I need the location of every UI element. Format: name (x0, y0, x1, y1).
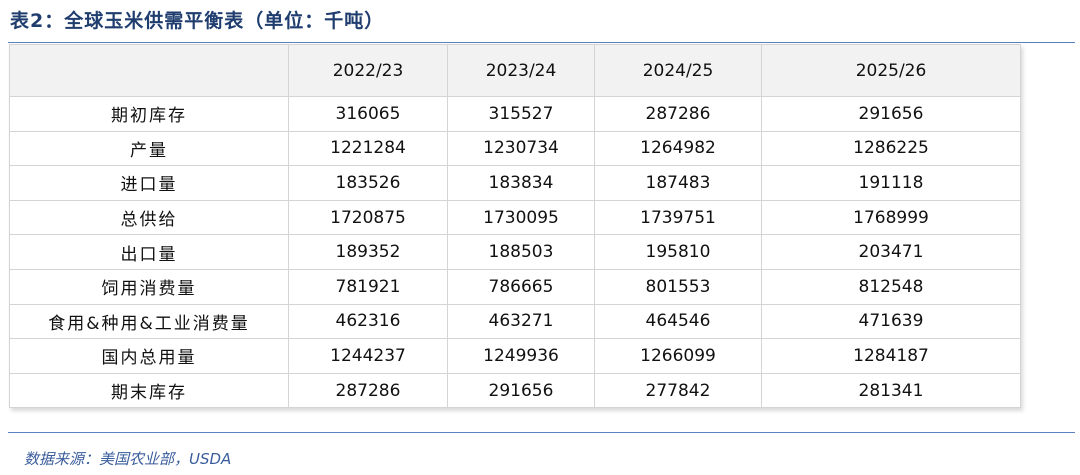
table-cell: 1244237 (288, 338, 448, 374)
table-cell: 287286 (594, 96, 762, 132)
table-cell: 187483 (594, 165, 762, 201)
table-cell: 1230734 (447, 130, 595, 167)
table-cell: 801553 (594, 268, 762, 305)
row-label: 期初库存 (9, 96, 289, 132)
table-title: 表2：全球玉米供需平衡表（单位：千吨） (10, 10, 385, 32)
table-cell: 188503 (447, 234, 595, 270)
table-row: 国内总用量 1244237 1249936 1266099 1284187 (9, 338, 1021, 374)
table-cell: 189352 (288, 234, 448, 270)
table-row: 期初库存 316065 315527 287286 291656 (9, 96, 1021, 132)
column-header: 2025/26 (761, 44, 1021, 97)
table-row: 产量 1221284 1230734 1264982 1286225 (9, 130, 1021, 167)
bottom-divider (8, 432, 1075, 433)
table-cell: 1730095 (447, 199, 595, 236)
table-cell: 462316 (288, 303, 448, 340)
table-cell: 316065 (288, 96, 448, 132)
table-cell: 291656 (761, 96, 1021, 132)
table-cell: 191118 (761, 165, 1021, 201)
row-label: 总供给 (9, 199, 289, 236)
row-label: 产量 (9, 130, 289, 167)
table-cell: 203471 (761, 234, 1021, 270)
table-cell: 786665 (447, 268, 595, 305)
table-row: 期末库存 287286 291656 277842 281341 (9, 372, 1021, 409)
table-cell: 1720875 (288, 199, 448, 236)
row-label: 出口量 (9, 234, 289, 270)
row-label: 进口量 (9, 165, 289, 201)
table-cell: 781921 (288, 268, 448, 305)
table-cell: 464546 (594, 303, 762, 340)
column-header: 2022/23 (288, 44, 448, 97)
table-row: 总供给 1720875 1730095 1739751 1768999 (9, 199, 1021, 236)
table-row: 饲用消费量 781921 786665 801553 812548 (9, 268, 1021, 305)
row-label: 国内总用量 (9, 338, 289, 374)
table-cell: 287286 (288, 372, 448, 409)
table-cell: 463271 (447, 303, 595, 340)
table-cell: 315527 (447, 96, 595, 132)
row-label: 期末库存 (9, 372, 289, 409)
table-row: 出口量 189352 188503 195810 203471 (9, 234, 1021, 270)
column-header (9, 44, 289, 97)
table-cell: 195810 (594, 234, 762, 270)
table-cell: 1768999 (761, 199, 1021, 236)
table-row: 进口量 183526 183834 187483 191118 (9, 165, 1021, 201)
top-divider (8, 42, 1075, 43)
column-header: 2023/24 (447, 44, 595, 97)
row-label: 食用&种用&工业消费量 (9, 303, 289, 340)
column-header: 2024/25 (594, 44, 762, 97)
table-cell: 1221284 (288, 130, 448, 167)
table-cell: 1739751 (594, 199, 762, 236)
table-cell: 1286225 (761, 130, 1021, 167)
table-row: 食用&种用&工业消费量 462316 463271 464546 471639 (9, 303, 1021, 340)
corn-balance-table: 2022/23 2023/24 2024/25 2025/26 期初库存 316065 3… (9, 44, 1021, 409)
table-cell: 1264982 (594, 130, 762, 167)
row-label: 饲用消费量 (9, 268, 289, 305)
table-cell: 1284187 (761, 338, 1021, 374)
table-cell: 1266099 (594, 338, 762, 374)
table-cell: 281341 (761, 372, 1021, 409)
table-cell: 1249936 (447, 338, 595, 374)
table-cell: 277842 (594, 372, 762, 409)
table-cell: 183834 (447, 165, 595, 201)
table-cell: 183526 (288, 165, 448, 201)
table-cell: 291656 (447, 372, 595, 409)
source-note: 数据来源：美国农业部，USDA (24, 450, 232, 468)
table-cell: 812548 (761, 268, 1021, 305)
table-cell: 471639 (761, 303, 1021, 340)
